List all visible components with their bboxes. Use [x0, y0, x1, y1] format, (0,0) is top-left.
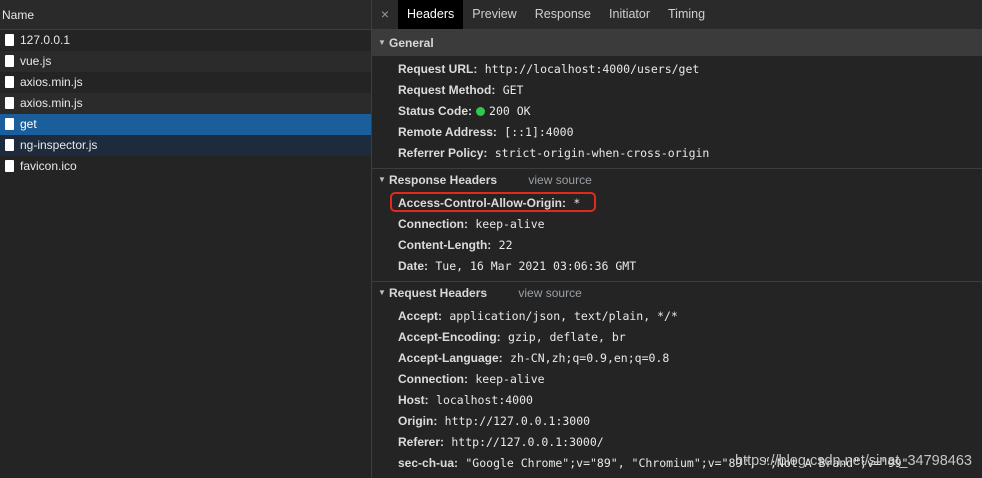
- watermark: https://blog.csdn.net/sinat_34798463: [734, 453, 972, 469]
- header-value: localhost:4000: [436, 393, 533, 407]
- header-value: keep-alive: [475, 217, 545, 231]
- section-title: Request Headers: [389, 286, 488, 300]
- header-key: Remote Address:: [398, 125, 497, 139]
- tab-timing[interactable]: Timing: [659, 0, 714, 29]
- request-row[interactable]: axios.min.js: [0, 93, 371, 114]
- header-value: 200 OK: [489, 104, 531, 118]
- close-icon[interactable]: ×: [372, 0, 398, 29]
- document-icon: [5, 139, 14, 151]
- header-key: Content-Length:: [398, 238, 492, 252]
- details-tab-bar: × Headers Preview Response Initiator Tim…: [372, 0, 982, 30]
- network-request-list: Name 127.0.0.1 vue.js axios.min.js axios…: [0, 0, 372, 478]
- view-source-link[interactable]: view source: [528, 173, 591, 187]
- document-icon: [5, 160, 14, 172]
- header-value: [::1]:4000: [504, 125, 574, 139]
- name-column-header[interactable]: Name: [0, 0, 371, 30]
- header-key: Referer:: [398, 435, 445, 449]
- request-row-selected[interactable]: get: [0, 114, 371, 135]
- header-value: keep-alive: [475, 372, 545, 386]
- header-key: Connection:: [398, 372, 468, 386]
- request-row[interactable]: favicon.ico: [0, 156, 371, 177]
- response-header-row: Connection: keep-alive: [372, 214, 982, 235]
- section-title: General: [389, 36, 434, 50]
- header-value: strict-origin-when-cross-origin: [494, 146, 710, 160]
- request-header-row: Connection: keep-alive: [372, 369, 982, 390]
- request-header-row: Accept-Language: zh-CN,zh;q=0.9,en;q=0.8: [372, 348, 982, 369]
- header-key: Accept:: [398, 309, 443, 323]
- header-key: sec-ch-ua:: [398, 456, 459, 470]
- header-value: application/json, text/plain, */*: [449, 309, 678, 323]
- header-key: Status Code:: [398, 104, 473, 118]
- general-row: Request URL: http://localhost:4000/users…: [372, 59, 982, 80]
- response-headers-section-header[interactable]: ▼ Response Headers view source: [372, 169, 982, 191]
- header-key: Date:: [398, 259, 429, 273]
- header-value: gzip, deflate, br: [508, 330, 626, 344]
- general-row: Request Method: GET: [372, 80, 982, 101]
- status-ok-icon: [476, 107, 486, 116]
- document-icon: [5, 76, 14, 88]
- header-value: zh-CN,zh;q=0.9,en;q=0.8: [510, 351, 670, 365]
- request-headers-section-header[interactable]: ▼ Request Headers view source: [372, 282, 982, 304]
- tab-initiator[interactable]: Initiator: [600, 0, 659, 29]
- header-key: Origin:: [398, 414, 438, 428]
- general-row: Referrer Policy: strict-origin-when-cros…: [372, 143, 982, 164]
- header-value: 22: [498, 238, 513, 252]
- request-name: 127.0.0.1: [20, 33, 71, 47]
- request-header-row: Origin: http://127.0.0.1:3000: [372, 411, 982, 432]
- document-icon: [5, 118, 14, 130]
- expand-triangle-icon: ▼: [378, 38, 386, 47]
- header-key: Connection:: [398, 217, 468, 231]
- request-header-row: Referer: http://127.0.0.1:3000/: [372, 432, 982, 453]
- request-details-panel: × Headers Preview Response Initiator Tim…: [372, 0, 982, 478]
- header-key: Referrer Policy:: [398, 146, 488, 160]
- response-header-row: Date: Tue, 16 Mar 2021 03:06:36 GMT: [372, 256, 982, 277]
- request-header-row: Accept-Encoding: gzip, deflate, br: [372, 327, 982, 348]
- request-name: favicon.ico: [20, 159, 77, 173]
- header-value: http://localhost:4000/users/get: [484, 62, 700, 76]
- response-header-row: Content-Length: 22: [372, 235, 982, 256]
- document-icon: [5, 55, 14, 67]
- header-key: Accept-Encoding:: [398, 330, 501, 344]
- request-row[interactable]: vue.js: [0, 51, 371, 72]
- tab-preview[interactable]: Preview: [463, 0, 525, 29]
- highlight-box: [390, 192, 596, 212]
- request-row[interactable]: ng-inspector.js: [0, 135, 371, 156]
- header-value: http://127.0.0.1:3000/: [451, 435, 604, 449]
- request-row[interactable]: 127.0.0.1: [0, 30, 371, 51]
- request-name: get: [20, 117, 37, 131]
- header-value: http://127.0.0.1:3000: [444, 414, 591, 428]
- expand-triangle-icon: ▼: [378, 175, 386, 184]
- header-key: Request URL:: [398, 62, 478, 76]
- general-section-header[interactable]: ▼ General: [372, 30, 982, 56]
- header-value: Tue, 16 Mar 2021 03:06:36 GMT: [435, 259, 637, 273]
- request-name: axios.min.js: [20, 96, 83, 110]
- request-name: ng-inspector.js: [20, 138, 98, 152]
- request-header-row: Accept: application/json, text/plain, */…: [372, 306, 982, 327]
- header-value: GET: [502, 83, 524, 97]
- header-key: Request Method:: [398, 83, 496, 97]
- general-row: Remote Address: [::1]:4000: [372, 122, 982, 143]
- tab-headers[interactable]: Headers: [398, 0, 464, 29]
- request-name: vue.js: [20, 54, 52, 68]
- document-icon: [5, 97, 14, 109]
- document-icon: [5, 34, 14, 46]
- request-name: axios.min.js: [20, 75, 83, 89]
- response-header-row: Access-Control-Allow-Origin: *: [372, 192, 982, 214]
- header-key: Host:: [398, 393, 429, 407]
- header-key: Accept-Language:: [398, 351, 503, 365]
- request-header-row: Host: localhost:4000: [372, 390, 982, 411]
- section-title: Response Headers: [389, 173, 498, 187]
- tab-response[interactable]: Response: [526, 0, 600, 29]
- request-row[interactable]: axios.min.js: [0, 72, 371, 93]
- view-source-link[interactable]: view source: [518, 286, 581, 300]
- general-row: Status Code: 200 OK: [372, 101, 982, 122]
- expand-triangle-icon: ▼: [378, 288, 386, 297]
